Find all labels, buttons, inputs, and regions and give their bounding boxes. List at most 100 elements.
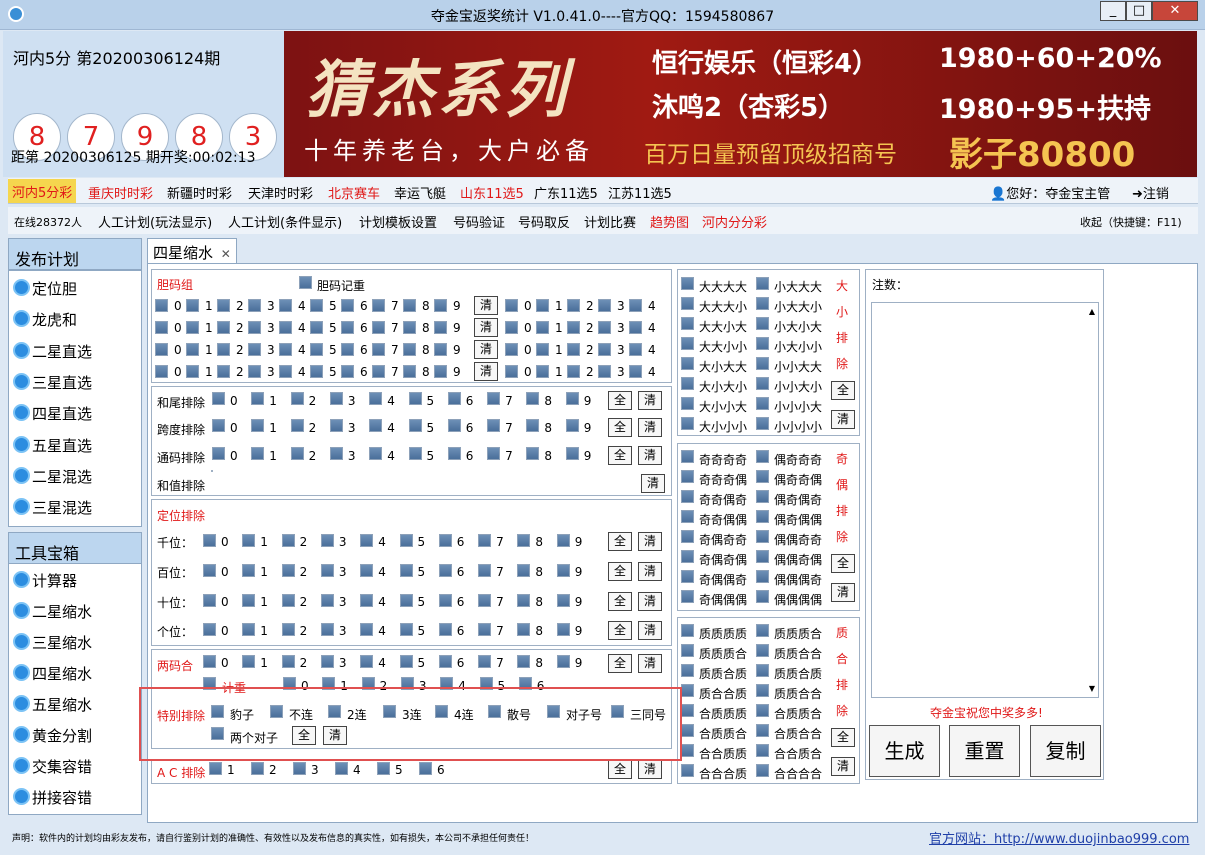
nav-hanoi-fenfen[interactable]: 河内分分彩 [702, 212, 767, 231]
dan-digit-checkbox[interactable] [279, 321, 292, 334]
dan-digit-checkbox[interactable] [248, 299, 261, 312]
two-combo-digit-checkbox[interactable] [478, 655, 492, 668]
position-digit-checkbox[interactable] [281, 623, 295, 636]
position-clear-button[interactable]: 清 [638, 532, 662, 551]
dan-digit-checkbox[interactable] [310, 365, 323, 378]
position-digit-checkbox[interactable] [360, 623, 374, 636]
size-checkbox[interactable] [681, 297, 694, 310]
position-digit-checkbox[interactable] [203, 594, 216, 607]
position-digit-checkbox[interactable] [517, 534, 531, 547]
position-digit-checkbox[interactable] [320, 623, 334, 636]
parity-checkbox[interactable] [681, 510, 694, 523]
sum-tail-digit-checkbox[interactable] [565, 392, 579, 405]
size-checkbox[interactable] [756, 417, 769, 430]
ac-digit-checkbox[interactable] [209, 762, 222, 775]
ac-all-button[interactable]: 全 [608, 760, 632, 779]
parity-checkbox[interactable] [681, 470, 694, 483]
ac-digit-checkbox[interactable] [335, 762, 348, 775]
prime-checkbox[interactable] [756, 704, 769, 717]
position-digit-checkbox[interactable] [478, 623, 492, 636]
logout-button[interactable]: ➜注销 [1132, 183, 1169, 202]
dan-digit-checkbox[interactable] [536, 365, 549, 378]
size-checkbox[interactable] [681, 317, 694, 330]
position-digit-checkbox[interactable] [517, 564, 531, 577]
side-item-two-star-direct[interactable]: 二星直选 [13, 341, 92, 362]
dan-digit-checkbox[interactable] [279, 343, 292, 356]
prime-checkbox[interactable] [681, 624, 694, 637]
sum-value-clear-button[interactable]: 清 [641, 474, 665, 493]
dan-record-checkbox[interactable] [299, 276, 312, 289]
parity-checkbox[interactable] [681, 550, 694, 563]
two-combo-digit-checkbox[interactable] [556, 655, 570, 668]
dan-digit-checkbox[interactable] [248, 321, 261, 334]
common-digit-checkbox[interactable] [329, 447, 343, 460]
position-clear-button[interactable]: 清 [638, 621, 662, 640]
span-digit-checkbox[interactable] [526, 419, 540, 432]
sum-tail-digit-checkbox[interactable] [369, 392, 383, 405]
position-digit-checkbox[interactable] [399, 594, 413, 607]
nav-lottery-guangdong[interactable]: 广东11选5 [534, 183, 598, 202]
ac-digit-checkbox[interactable] [419, 762, 432, 775]
side-item-three-star-direct[interactable]: 三星直选 [13, 372, 92, 393]
side-item-three-star-shrink[interactable]: 三星缩水 [13, 632, 92, 653]
span-digit-checkbox[interactable] [290, 419, 304, 432]
position-digit-checkbox[interactable] [203, 623, 216, 636]
position-digit-checkbox[interactable] [320, 564, 334, 577]
nav-lottery-hanoi5[interactable]: 河内5分彩 [8, 179, 77, 203]
prime-checkbox[interactable] [681, 744, 694, 757]
ac-clear-button[interactable]: 清 [638, 760, 662, 779]
prime-checkbox[interactable] [681, 644, 694, 657]
position-digit-checkbox[interactable] [517, 594, 531, 607]
dan-digit-checkbox[interactable] [217, 299, 230, 312]
sum-tail-digit-checkbox[interactable] [290, 392, 304, 405]
prime-checkbox[interactable] [756, 764, 769, 777]
dan-digit-checkbox[interactable] [598, 321, 611, 334]
prime-checkbox[interactable] [756, 624, 769, 637]
position-digit-checkbox[interactable] [281, 564, 295, 577]
collapse-button[interactable]: 收起（快捷键：F11) [1080, 214, 1182, 230]
span-digit-checkbox[interactable] [369, 419, 383, 432]
span-digit-checkbox[interactable] [329, 419, 343, 432]
nav-lottery-jiangsu[interactable]: 江苏11选5 [608, 183, 672, 202]
sum-tail-digit-checkbox[interactable] [487, 392, 501, 405]
size-checkbox[interactable] [681, 377, 694, 390]
dan-digit-checkbox[interactable] [248, 343, 261, 356]
dan-digit-checkbox[interactable] [155, 365, 168, 378]
close-button[interactable]: ✕ [1152, 1, 1198, 21]
position-digit-checkbox[interactable] [478, 564, 492, 577]
side-item-calculator[interactable]: 计算器 [13, 570, 77, 591]
dan-digit-checkbox[interactable] [403, 343, 416, 356]
position-clear-button[interactable]: 清 [638, 592, 662, 611]
position-digit-checkbox[interactable] [438, 594, 452, 607]
sum-tail-digit-checkbox[interactable] [447, 392, 461, 405]
parity-checkbox[interactable] [681, 450, 694, 463]
position-digit-checkbox[interactable] [242, 534, 256, 547]
position-digit-checkbox[interactable] [399, 534, 413, 547]
dan-digit-checkbox[interactable] [186, 321, 199, 334]
dan-digit-checkbox[interactable] [434, 321, 447, 334]
nav-manual-plan-play[interactable]: 人工计划(玩法显示) [98, 212, 212, 231]
dan-digit-checkbox[interactable] [372, 321, 385, 334]
nav-manual-plan-cond[interactable]: 人工计划(条件显示) [228, 212, 342, 231]
dan-digit-checkbox[interactable] [598, 299, 611, 312]
sum-tail-digit-checkbox[interactable] [212, 392, 225, 405]
side-item-two-star-shrink[interactable]: 二星缩水 [13, 601, 92, 622]
common-digit-checkbox[interactable] [251, 447, 265, 460]
two-combo-digit-checkbox[interactable] [281, 655, 295, 668]
clear-button[interactable]: 清 [474, 340, 498, 359]
position-digit-checkbox[interactable] [242, 564, 256, 577]
ad-banner[interactable]: 猜杰系列 十年养老台，大户必备 恒行娱乐（恒彩4） 1980+60+20% 沐鸣… [284, 31, 1197, 177]
nav-lottery-lucky[interactable]: 幸运飞艇 [394, 183, 446, 202]
dan-digit-checkbox[interactable] [310, 299, 323, 312]
dan-digit-checkbox[interactable] [310, 343, 323, 356]
common-digit-checkbox[interactable] [526, 447, 540, 460]
size-checkbox[interactable] [756, 377, 769, 390]
dan-digit-checkbox[interactable] [567, 343, 580, 356]
dan-digit-checkbox[interactable] [341, 299, 354, 312]
span-digit-checkbox[interactable] [212, 419, 225, 432]
tab-close-icon[interactable]: ✕ [221, 247, 231, 261]
common-digit-checkbox[interactable] [565, 447, 579, 460]
parity-checkbox[interactable] [681, 490, 694, 503]
dan-digit-checkbox[interactable] [403, 321, 416, 334]
size-checkbox[interactable] [681, 357, 694, 370]
